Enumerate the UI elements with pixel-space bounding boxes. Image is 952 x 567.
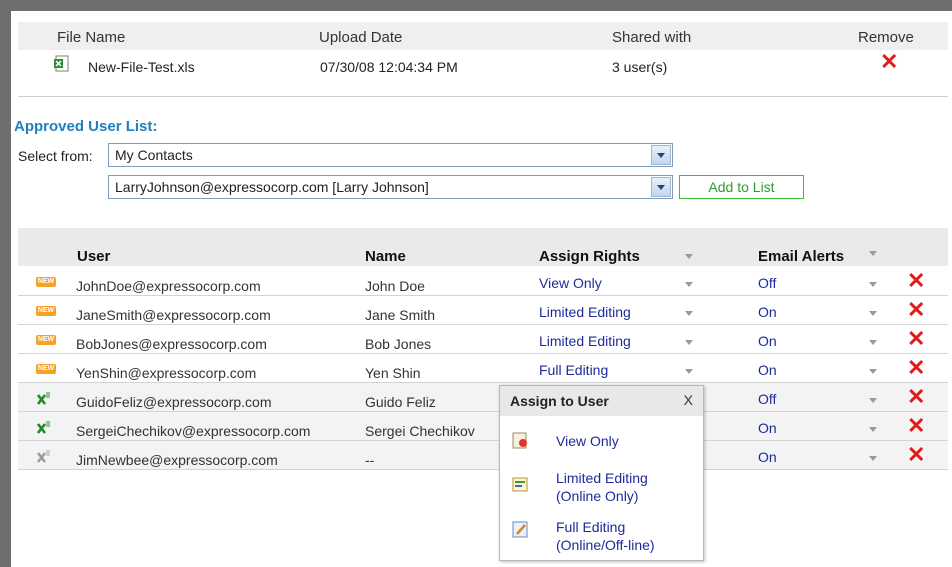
popup-option-full-editing[interactable]: Full Editing	[556, 518, 625, 536]
user-name: Yen Shin	[365, 365, 421, 381]
excel-user-icon	[37, 421, 50, 434]
rights-sort-arrow-icon[interactable]	[685, 254, 693, 259]
user-email: SergeiChechikov@expressocorp.com	[76, 423, 311, 439]
excel-user-icon	[37, 392, 50, 405]
email-alerts-link[interactable]: On	[758, 333, 777, 349]
chevron-down-icon[interactable]	[651, 177, 671, 197]
new-badge-icon: NEW	[36, 335, 56, 345]
alerts-dropdown-icon[interactable]	[869, 427, 877, 432]
chevron-down-icon[interactable]	[651, 145, 671, 165]
alerts-dropdown-icon[interactable]	[869, 369, 877, 374]
email-alerts-link[interactable]: On	[758, 362, 777, 378]
remove-user-icon[interactable]: ✕	[907, 299, 925, 321]
divider	[18, 96, 948, 97]
close-icon[interactable]: X	[684, 392, 693, 408]
limited-editing-icon	[512, 477, 528, 492]
user-email: GuidoFeliz@expressocorp.com	[76, 394, 272, 410]
remove-file-icon[interactable]: ✕	[880, 51, 898, 73]
email-alerts-link[interactable]: On	[758, 449, 777, 465]
email-alerts-link[interactable]: Off	[758, 391, 776, 407]
assign-rights-link[interactable]: Limited Editing	[539, 333, 631, 349]
full-editing-icon	[512, 521, 528, 538]
popup-title: Assign to User	[510, 393, 609, 409]
email-alerts-link[interactable]: Off	[758, 275, 776, 291]
header-user: User	[77, 248, 111, 265]
popup-option-full-editing-note[interactable]: (Online/Off-line)	[556, 536, 655, 554]
user-email: JimNewbee@expressocorp.com	[76, 452, 278, 468]
alerts-dropdown-icon[interactable]	[869, 456, 877, 461]
user-name: Sergei Chechikov	[365, 423, 475, 439]
user-email: JaneSmith@expressocorp.com	[76, 307, 271, 323]
alerts-dropdown-icon[interactable]	[869, 311, 877, 316]
file-table-header	[18, 22, 948, 50]
alerts-dropdown-icon[interactable]	[869, 398, 877, 403]
user-email: YenShin@expressocorp.com	[76, 365, 257, 381]
header-email-alerts: Email Alerts	[758, 248, 845, 265]
approved-user-list-title: Approved User List:	[14, 118, 158, 135]
rights-dropdown-icon[interactable]	[685, 282, 693, 287]
alerts-dropdown-icon[interactable]	[869, 282, 877, 287]
new-badge-icon: NEW	[36, 364, 56, 374]
remove-user-icon[interactable]: ✕	[907, 415, 925, 437]
alerts-dropdown-icon[interactable]	[869, 340, 877, 345]
email-alerts-link[interactable]: On	[758, 304, 777, 320]
select-from-label: Select from:	[18, 148, 93, 164]
remove-user-icon[interactable]: ✕	[907, 357, 925, 379]
email-alerts-link[interactable]: On	[758, 420, 777, 436]
rights-dropdown-icon[interactable]	[685, 311, 693, 316]
assign-rights-link[interactable]: Full Editing	[539, 362, 608, 378]
user-select-value: LarryJohnson@expressocorp.com [Larry Joh…	[115, 179, 429, 195]
add-to-list-button[interactable]: Add to List	[679, 175, 804, 199]
new-badge-icon: NEW	[36, 306, 56, 316]
assign-to-user-popup: Assign to User X View Only Limited Editi…	[499, 385, 704, 561]
assign-rights-link[interactable]: View Only	[539, 275, 602, 291]
file-name[interactable]: New-File-Test.xls	[88, 59, 195, 75]
popup-option-view-only[interactable]: View Only	[556, 432, 619, 450]
user-name: John Doe	[365, 278, 425, 294]
popup-option-limited-editing-note[interactable]: (Online Only)	[556, 487, 638, 505]
remove-user-icon[interactable]: ✕	[907, 444, 925, 466]
view-only-icon	[512, 432, 527, 449]
user-name: Bob Jones	[365, 336, 432, 352]
remove-user-icon[interactable]: ✕	[907, 328, 925, 350]
upload-date: 07/30/08 12:04:34 PM	[320, 59, 458, 75]
user-email: JohnDoe@expressocorp.com	[76, 278, 261, 294]
contacts-select-value: My Contacts	[115, 147, 193, 163]
header-name: Name	[365, 248, 406, 265]
remove-user-icon[interactable]: ✕	[907, 270, 925, 292]
header-remove: Remove	[858, 29, 914, 46]
contacts-select[interactable]: My Contacts	[108, 143, 673, 167]
user-name: --	[365, 452, 375, 468]
assign-rights-link[interactable]: Limited Editing	[539, 304, 631, 320]
header-file-name: File Name	[57, 29, 126, 46]
excel-user-disabled-icon	[37, 450, 50, 463]
user-email: BobJones@expressocorp.com	[76, 336, 267, 352]
new-badge-icon: NEW	[36, 277, 56, 287]
header-shared-with: Shared with	[612, 29, 692, 46]
user-name: Jane Smith	[365, 307, 436, 323]
shared-with-count: 3 user(s)	[612, 59, 668, 75]
rights-dropdown-icon[interactable]	[685, 340, 693, 345]
popup-option-limited-editing[interactable]: Limited Editing	[556, 469, 648, 487]
header-assign-rights: Assign Rights	[539, 248, 640, 265]
user-select[interactable]: LarryJohnson@expressocorp.com [Larry Joh…	[108, 175, 673, 199]
header-upload-date: Upload Date	[319, 29, 403, 46]
user-name: Guido Feliz	[365, 394, 436, 410]
excel-file-icon	[54, 55, 69, 72]
rights-dropdown-icon[interactable]	[685, 369, 693, 374]
alerts-sort-arrow-icon[interactable]	[869, 251, 877, 256]
remove-user-icon[interactable]: ✕	[907, 386, 925, 408]
